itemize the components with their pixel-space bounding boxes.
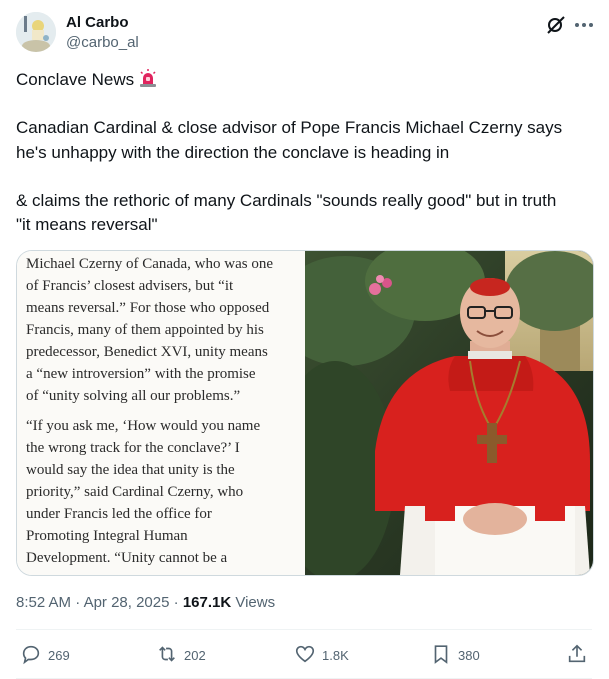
tweet-text-span: Conclave News: [16, 70, 135, 89]
article-line: Development. “Unity cannot be a: [26, 550, 228, 566]
meta-separator: ·: [173, 594, 179, 611]
media-image[interactable]: Michael Czerny of Canada, who was one of…: [16, 250, 594, 576]
article-line: of “unity solving all our problems.”: [26, 388, 241, 404]
repost-icon: [156, 643, 178, 668]
views-label: Views: [235, 594, 276, 611]
share-button[interactable]: [566, 643, 588, 667]
article-line: a “new introversion” with the promise: [26, 366, 256, 382]
grok-icon[interactable]: [545, 14, 567, 36]
reply-button[interactable]: 269: [20, 643, 70, 667]
more-icon[interactable]: [573, 14, 595, 36]
article-line: would say the idea that unity is the: [26, 462, 235, 478]
article-line: of Francis’ closest advisers, but “it: [26, 278, 234, 294]
tweet-meta: 8:52 AM · Apr 28, 2025 · 167.1K Views: [16, 594, 275, 611]
tweet-text-line: Canadian Cardinal & close advisor of Pop…: [16, 118, 563, 137]
author-handle[interactable]: @carbo_al: [66, 34, 139, 51]
like-count: 1.8K: [322, 647, 349, 663]
article-line: “If you ask me, ‘How would you name: [26, 418, 261, 434]
article-line: Promoting Integral Human: [26, 528, 188, 544]
like-button[interactable]: 1.8K: [294, 643, 349, 667]
bookmark-count: 380: [458, 647, 480, 663]
bookmark-icon: [430, 643, 452, 668]
reply-icon: [20, 643, 42, 668]
tweet-date[interactable]: Apr 28, 2025: [84, 594, 170, 611]
article-line: means reversal.” For those who opposed: [26, 300, 270, 316]
bookmark-button[interactable]: 380: [430, 643, 480, 667]
article-line: Michael Czerny of Canada, who was one: [26, 256, 274, 272]
meta-separator: ·: [75, 594, 81, 611]
tweet-time[interactable]: 8:52 AM: [16, 594, 71, 611]
share-icon: [566, 643, 588, 668]
tweet-text-line: "it means reversal": [16, 215, 158, 234]
tweet-text-line: & claims the rethoric of many Cardinals …: [16, 191, 557, 210]
article-line: priority,” said Cardinal Czerny, who: [26, 484, 244, 500]
author-name[interactable]: Al Carbo: [66, 14, 129, 31]
article-line: predecessor, Benedict XVI, unity means: [26, 344, 268, 360]
tweet-text-line: he's unhappy with the direction the conc…: [16, 143, 450, 162]
siren-icon: [138, 68, 158, 95]
article-line: the wrong track for the conclave?’ I: [26, 440, 240, 456]
repost-button[interactable]: 202: [156, 643, 206, 667]
divider: [16, 629, 592, 630]
avatar[interactable]: [16, 12, 56, 52]
cardinal-photo: [275, 251, 593, 575]
like-icon: [294, 643, 316, 668]
repost-count: 202: [184, 647, 206, 663]
article-line: under Francis led the office for: [26, 506, 212, 522]
article-line: Francis, many of them appointed by his: [26, 322, 264, 338]
article-screenshot: Michael Czerny of Canada, who was one of…: [17, 251, 305, 575]
reply-count: 269: [48, 647, 70, 663]
tweet-text-line: Conclave News: [16, 68, 158, 95]
views-count: 167.1K: [182, 594, 232, 611]
